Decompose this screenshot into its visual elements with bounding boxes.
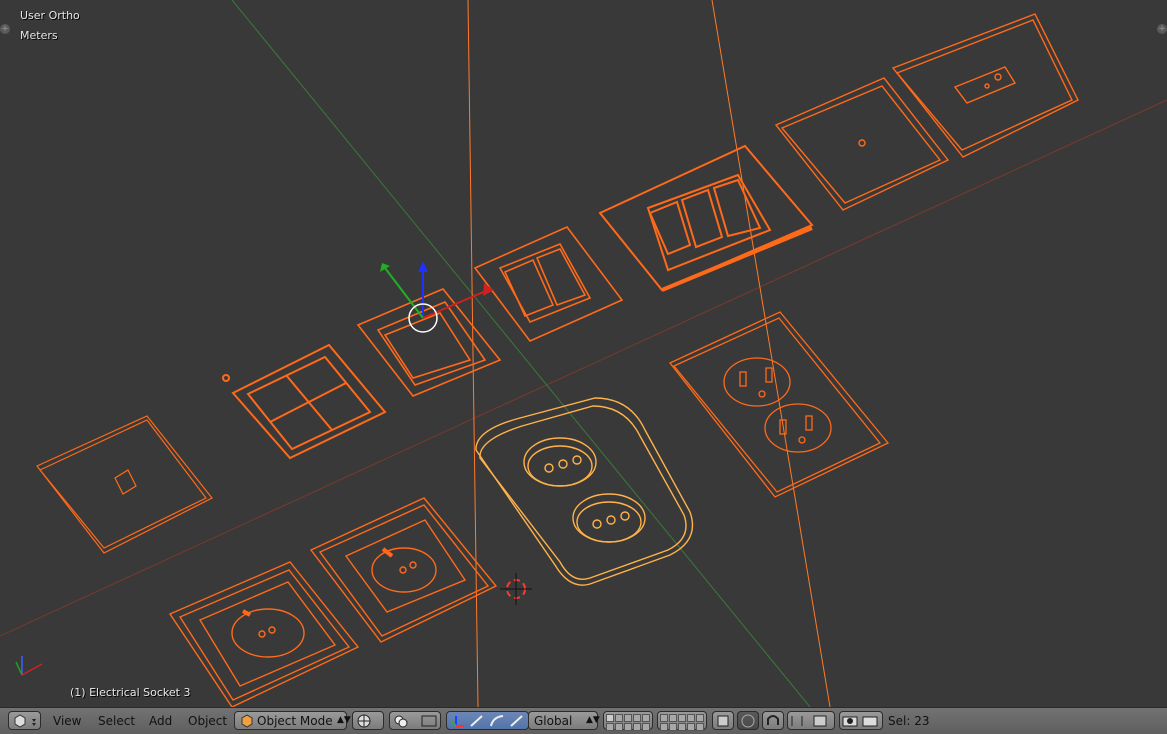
y-axis-line	[231, 0, 811, 707]
switch-quad	[222, 343, 387, 460]
guide-line-2	[711, 0, 831, 707]
render-icon	[842, 716, 878, 727]
layers-icon	[605, 713, 651, 731]
object-mode-icon	[241, 714, 253, 728]
editor-type-icon	[14, 714, 36, 728]
snap-element-icon	[791, 715, 827, 727]
switch-triple	[598, 144, 814, 292]
proportional-edit-button[interactable]	[737, 711, 759, 730]
orientation-select[interactable]: Global ▲▼	[528, 711, 600, 730]
snap-toggle[interactable]	[762, 711, 784, 730]
3d-cursor-icon	[500, 573, 532, 605]
scale-icon	[510, 715, 523, 727]
socket-active-double	[475, 397, 694, 586]
3d-viewport[interactable]: User Ortho Meters (1) Electrical Socket …	[0, 0, 1167, 707]
selection-count: Sel: 23	[888, 714, 930, 728]
x-axis-line	[0, 99, 1167, 637]
menu-add[interactable]: Add	[149, 714, 172, 728]
socket-euro-2	[168, 561, 360, 707]
snap-element-select[interactable]	[787, 711, 835, 730]
mode-select[interactable]: Object Mode ▲▼	[234, 711, 351, 730]
orientation-label: Global	[534, 714, 573, 728]
lock-icon	[717, 715, 729, 727]
layers-icon	[659, 713, 705, 731]
mode-label: Object Mode	[257, 714, 333, 728]
axis-gizmo-icon	[15, 656, 43, 676]
rotate-icon	[490, 715, 504, 727]
menu-object[interactable]: Object	[188, 714, 227, 728]
camera-icon	[862, 716, 878, 727]
plate-left	[36, 415, 213, 554]
viewport-header: View Select Add Object Object Mode ▲▼ Gl…	[0, 707, 1167, 734]
viewport-shading-button[interactable]	[352, 711, 384, 730]
pivot-point-button[interactable]	[389, 711, 441, 730]
snap-icon	[767, 715, 779, 725]
layers-group-1[interactable]	[603, 711, 653, 731]
scene-canvas[interactable]	[0, 0, 1167, 707]
guide-line-1	[467, 0, 479, 707]
editor-type-button[interactable]	[8, 711, 41, 730]
dropdown-arrow-icon: ▲▼	[586, 715, 600, 725]
pivot-icon	[394, 715, 437, 728]
units-label: Meters	[20, 29, 58, 42]
corner-widget-top-right[interactable]: +	[1157, 24, 1167, 34]
plate-blank	[774, 77, 950, 211]
selected-object-label: (1) Electrical Socket 3	[70, 686, 191, 699]
lock-layers-button[interactable]	[712, 711, 734, 730]
corner-widget-top-left[interactable]: +	[0, 24, 10, 34]
manipulator-icon	[450, 715, 523, 727]
socket-us-duplex	[668, 311, 890, 498]
dropdown-arrow-icon: ▲▼	[337, 715, 351, 725]
translate-icon	[470, 715, 483, 727]
proportional-edit-icon	[741, 714, 755, 728]
socket-euro-1	[309, 497, 498, 643]
manipulator-toggle[interactable]	[446, 711, 529, 730]
layers-group-2[interactable]	[657, 711, 707, 731]
view-name-label: User Ortho	[20, 9, 80, 22]
viewport-shading-icon	[357, 714, 371, 728]
render-buttons[interactable]	[839, 711, 883, 730]
menu-select[interactable]: Select	[98, 714, 135, 728]
menu-view[interactable]: View	[53, 714, 81, 728]
